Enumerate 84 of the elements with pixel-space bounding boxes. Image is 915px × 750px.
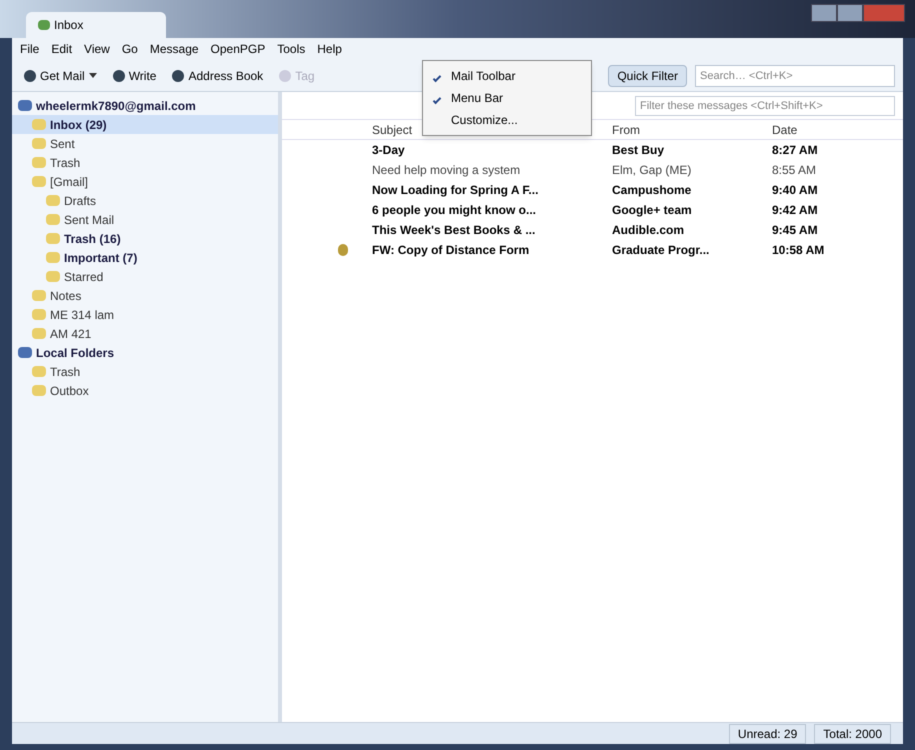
menu-item[interactable]: Tools	[277, 40, 306, 58]
folder-item[interactable]: Local Folders	[12, 343, 278, 362]
toolbar-button[interactable]: Write	[108, 64, 160, 88]
subject-cell-text: This Week's Best Books & ...	[372, 222, 536, 239]
date-cell-text: 10:58 AM	[772, 242, 826, 259]
toolbar-button[interactable]: Get Mail	[20, 64, 101, 88]
message-row[interactable]: This Week's Best Books & ... Audible.com 9:45 AM	[282, 220, 903, 240]
maximize-button[interactable]	[837, 4, 863, 22]
folder-item[interactable]: Important (7)	[12, 248, 278, 267]
from-cell-text: Best Buy	[612, 142, 666, 159]
toolbar-button[interactable]: Address Book	[168, 64, 268, 88]
folder-icon	[32, 119, 46, 130]
minimize-button[interactable]	[811, 4, 837, 22]
message-row[interactable]: 3-Day Best Buy 8:27 AM	[282, 140, 903, 160]
unread-count: Unread: 29	[728, 724, 806, 744]
folder-icon	[32, 328, 46, 339]
folder-item[interactable]: Notes	[12, 286, 278, 305]
folder-item[interactable]: AM 421	[12, 324, 278, 343]
folder-icon	[18, 100, 32, 111]
total-count: Total: 2000	[814, 724, 891, 744]
date-cell-text: 9:45 AM	[772, 222, 819, 239]
from-cell-text: Google+ team	[612, 202, 693, 219]
folder-item[interactable]: Sent Mail	[12, 210, 278, 229]
from-cell-text: Elm, Gap (ME)	[612, 162, 692, 179]
folder-item[interactable]: wheelermk7890@gmail.com	[12, 96, 278, 115]
menu-option[interactable]: Mail Toolbar	[423, 65, 591, 87]
column-header[interactable]: From	[612, 120, 752, 138]
filter-field[interactable]: Filter these messages <Ctrl+Shift+K>	[635, 96, 895, 116]
close-button[interactable]	[863, 4, 905, 22]
folder-icon	[32, 290, 46, 301]
quick-filter-button[interactable]: Quick Filter	[608, 64, 687, 86]
message-row[interactable]: 6 people you might know o... Google+ team 9:42 AM	[282, 200, 903, 220]
from-cell-text: Campushome	[612, 182, 692, 199]
folder-item[interactable]: Sent	[12, 134, 278, 153]
folder-icon	[32, 366, 46, 377]
folder-icon	[32, 157, 46, 168]
menu-item[interactable]: Help	[317, 40, 342, 58]
date-cell-text: 8:27 AM	[772, 142, 819, 159]
message-row[interactable]: Need help moving a system Elm, Gap (ME) 8:55 AM	[282, 160, 903, 180]
menu-item[interactable]: View	[84, 40, 110, 58]
folder-item[interactable]: ME 314 lam	[12, 305, 278, 324]
subject-cell-text: FW: Copy of Distance Form	[372, 242, 530, 259]
folder-icon	[32, 309, 46, 320]
checkmark-icon	[432, 96, 442, 104]
subject-cell-text: 3-Day	[372, 142, 406, 159]
message-row[interactable]: FW: Copy of Distance Form Graduate Progr... 10:58 AM	[282, 240, 903, 260]
folder-icon	[46, 271, 60, 282]
folder-icon	[32, 138, 46, 149]
menu-item[interactable]: File	[20, 40, 40, 58]
folder-item[interactable]: Trash	[12, 153, 278, 172]
menu-item[interactable]: Go	[122, 40, 138, 58]
from-cell-text: Audible.com	[612, 222, 686, 239]
caret-icon	[88, 73, 97, 78]
menu-item[interactable]: OpenPGP	[210, 40, 266, 58]
from-cell-text: Graduate Progr...	[612, 242, 710, 259]
folder-icon	[46, 233, 60, 244]
folder-icon	[46, 252, 60, 263]
folder-icon	[18, 347, 32, 358]
folder-icon	[32, 385, 46, 396]
date-cell-text: 9:40 AM	[772, 182, 819, 199]
checkmark-icon	[432, 74, 442, 82]
folder-item[interactable]: Outbox	[12, 381, 278, 400]
search-field[interactable]: Search… <Ctrl+K>	[695, 64, 895, 86]
folder-item[interactable]: [Gmail]	[12, 172, 278, 191]
folder-item[interactable]: Drafts	[12, 191, 278, 210]
folder-item[interactable]: Starred	[12, 267, 278, 286]
subject-cell-text: Now Loading for Spring A F...	[372, 182, 540, 199]
menu-item[interactable]: Message	[150, 40, 199, 58]
folder-item[interactable]: Trash	[12, 362, 278, 381]
menu-item[interactable]: Edit	[51, 40, 72, 58]
folder-icon	[32, 176, 46, 187]
folder-icon	[46, 195, 60, 206]
subject-cell-text: Need help moving a system	[372, 162, 522, 179]
subject-cell-text: 6 people you might know o...	[372, 202, 538, 219]
tab[interactable]: Inbox	[26, 12, 166, 38]
message-row[interactable]: Now Loading for Spring A F... Campushome 9:40 AM	[282, 180, 903, 200]
date-cell-text: 9:42 AM	[772, 202, 819, 219]
folder-item[interactable]: Trash (16)	[12, 229, 278, 248]
menu-option[interactable]: Menu Bar	[423, 87, 591, 109]
date-cell-text: 8:55 AM	[772, 162, 818, 179]
column-header[interactable]: Date	[772, 120, 862, 138]
folder-item[interactable]: Inbox (29)	[12, 115, 278, 134]
menu-option[interactable]: Customize...	[423, 109, 591, 131]
folder-icon	[46, 214, 60, 225]
